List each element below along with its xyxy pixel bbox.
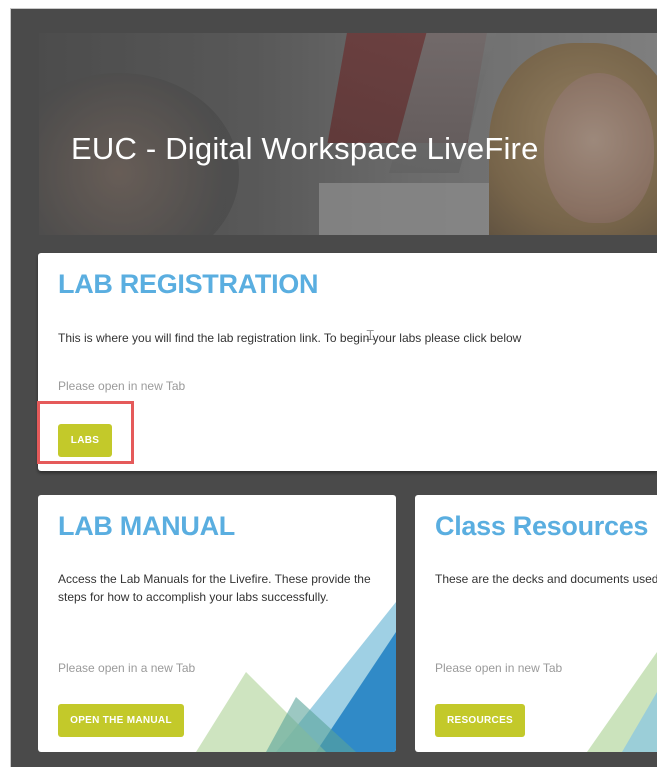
lab-manual-note: Please open in a new Tab [58, 661, 196, 675]
decorative-triangles [587, 652, 657, 752]
lab-registration-note: Please open in new Tab [58, 379, 186, 393]
decorative-triangles [196, 602, 396, 752]
lab-registration-description: This is where you will find the lab regi… [58, 331, 522, 345]
labs-button[interactable]: LABS [58, 424, 112, 457]
lab-registration-card: LAB REGISTRATION This is where you will … [38, 253, 657, 471]
lab-manual-card: LAB MANUAL Access the Lab Manuals for th… [38, 495, 396, 752]
text-cursor-icon: ⌶ [366, 328, 375, 344]
hero-title: EUC - Digital Workspace LiveFire [71, 131, 539, 166]
class-resources-description: These are the decks and documents used [435, 572, 657, 586]
lab-manual-description: Access the Lab Manuals for the Livefire.… [58, 572, 371, 604]
class-resources-note: Please open in new Tab [435, 661, 563, 675]
hero-banner: EUC - Digital Workspace LiveFire [39, 33, 657, 235]
class-resources-title: Class Resources [435, 511, 649, 541]
open-the-manual-button[interactable]: OPEN THE MANUAL [58, 704, 184, 737]
lab-registration-title: LAB REGISTRATION [58, 269, 319, 299]
class-resources-card: Class Resources These are the decks and … [415, 495, 657, 752]
lab-manual-title: LAB MANUAL [58, 511, 235, 541]
resources-button[interactable]: RESOURCES [435, 704, 525, 737]
